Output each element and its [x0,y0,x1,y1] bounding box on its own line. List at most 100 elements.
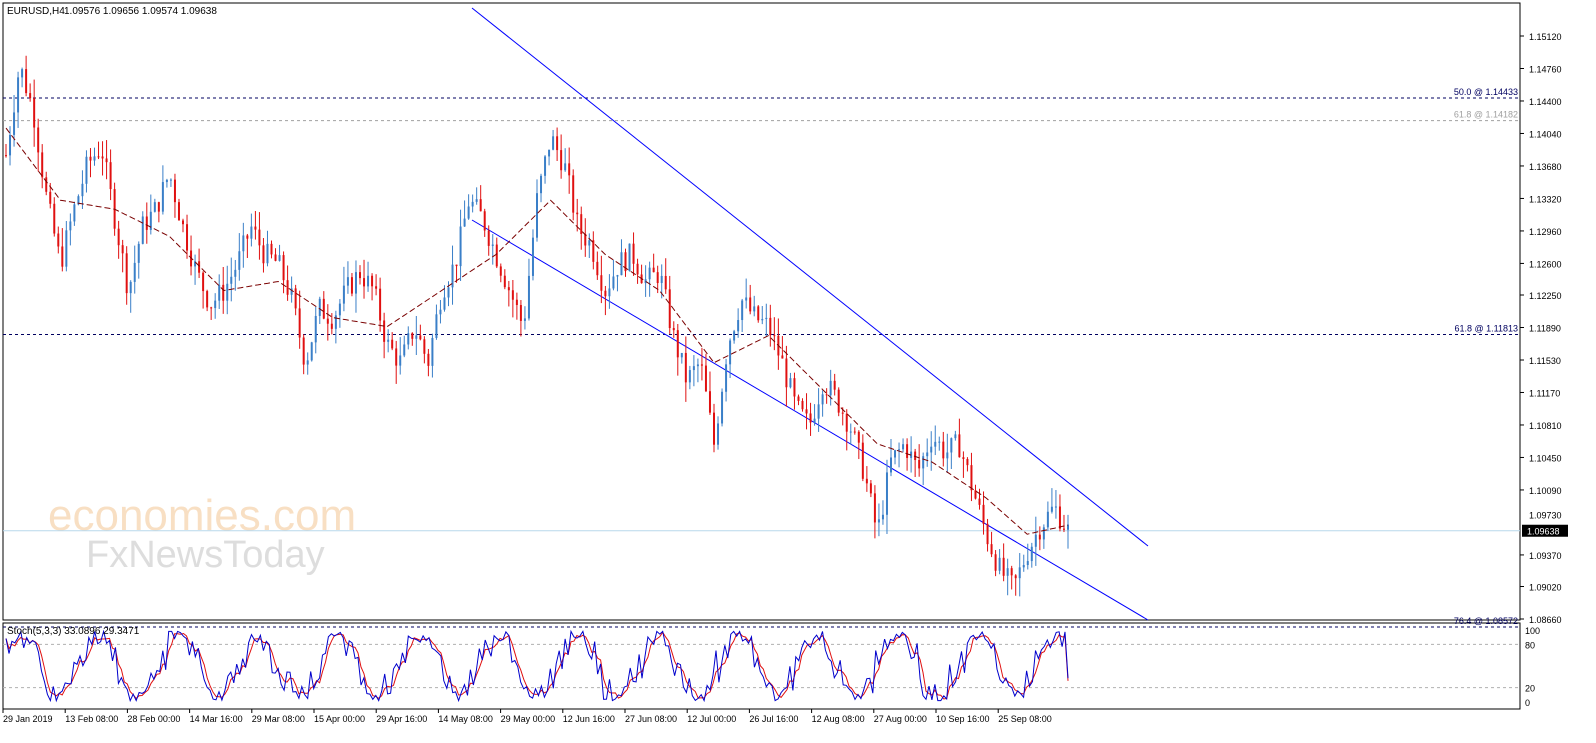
candle-body [894,450,897,458]
candle-body [266,243,269,264]
candle-body [918,460,921,469]
candle-body [330,323,333,329]
candle-body [523,318,526,321]
candle-body [97,156,100,158]
candle-body [898,449,901,451]
candle-body [568,163,571,176]
candle-body [652,267,655,273]
price-tick-label: 1.11170 [1529,388,1560,398]
candle-body [391,339,394,349]
candle-body [668,289,671,329]
candle-body [511,290,514,300]
time-tick-label: 14 Mar 16:00 [190,714,243,724]
time-tick-label: 27 Jun 08:00 [625,714,677,724]
candle-body [793,378,796,397]
ohlc-values: 1.09576 1.09656 1.09574 1.09638 [64,6,217,17]
candle-body [395,348,398,366]
candle-body [540,175,543,194]
price-tick-label: 1.12600 [1529,259,1562,269]
price-tick-label: 1.09020 [1529,583,1562,593]
candle-body [81,183,84,197]
candle-body [206,291,209,308]
candle-body [57,233,60,247]
candle-body [346,277,349,286]
time-axis[interactable]: 29 Jan 2019 13 Feb 08:00 28 Feb 00:00 14 Ma… [2,709,1052,724]
candle-body [202,272,205,292]
current-price-tag-label: 1.09638 [1527,527,1560,537]
candle-body [986,523,989,545]
candle-body [145,216,148,230]
candle-body [869,483,872,494]
candle-body [69,221,72,231]
candle-body [1014,575,1017,579]
candle-body [298,308,301,338]
candle-body [773,335,776,337]
candle-body [741,300,744,321]
candle-body [990,544,993,555]
candle-body [1050,506,1053,512]
candle-body [463,218,466,227]
candle-body [684,352,687,383]
candle-body [306,360,309,365]
price-tick-label: 1.14400 [1529,97,1562,107]
candle-body [946,452,949,459]
time-tick-label: 28 Feb 00:00 [127,714,180,724]
candle-body [1018,567,1021,579]
candle-body [628,243,631,272]
candle-body [885,472,888,515]
candle-body [250,226,253,239]
candle-body [439,309,442,315]
candle-body [1006,568,1009,576]
candle-body [85,156,88,184]
candle-body [970,465,973,491]
candle-body [383,320,386,342]
fib-label: 61.8 @ 1.14182 [1454,110,1518,120]
candle-body [286,280,289,295]
candle-body [853,431,856,433]
candle-body [861,442,864,479]
candle-body [177,202,180,221]
candle-body [950,438,953,453]
candle-body [926,452,929,457]
candle-body [821,394,824,405]
candle-body [141,216,144,244]
price-tick-label: 1.15120 [1529,32,1562,42]
candle-body [270,243,273,255]
candle-body [588,240,591,246]
candle-body [238,251,241,270]
candle-body [1058,506,1061,529]
candle-body [616,275,619,277]
candle-body [246,235,249,239]
candle-body [680,352,683,358]
candle-body [354,272,357,294]
candle-body [761,319,764,321]
candle-body [507,287,510,291]
candle-body [1026,561,1029,566]
candle-body [214,300,217,309]
candle-body [841,412,844,414]
time-tick-label: 29 Apr 16:00 [376,714,427,724]
candle-body [278,255,281,261]
candle-body [45,177,48,192]
candle-body [825,394,828,396]
candle-body [379,288,382,321]
candle-body [515,299,518,306]
candle-body [753,306,756,312]
fib-label: 76.4 @ 1.08572 [1454,616,1518,626]
candle-body [1038,534,1041,540]
candle-body [881,514,884,520]
candle-body [387,339,390,342]
time-tick-label: 25 Sep 08:00 [998,714,1052,724]
candle-body [350,277,353,294]
candle-body [837,389,840,413]
candle-body [479,199,482,212]
candle-body [592,240,595,262]
price-tick-label: 1.13320 [1529,194,1562,204]
candle-body [737,320,740,332]
candle-body [294,288,297,309]
candle-body [431,337,434,366]
candle-body [696,364,699,367]
stochastic-pane[interactable] [2,622,1521,710]
candle-body [198,261,201,273]
candle-body [165,179,168,183]
